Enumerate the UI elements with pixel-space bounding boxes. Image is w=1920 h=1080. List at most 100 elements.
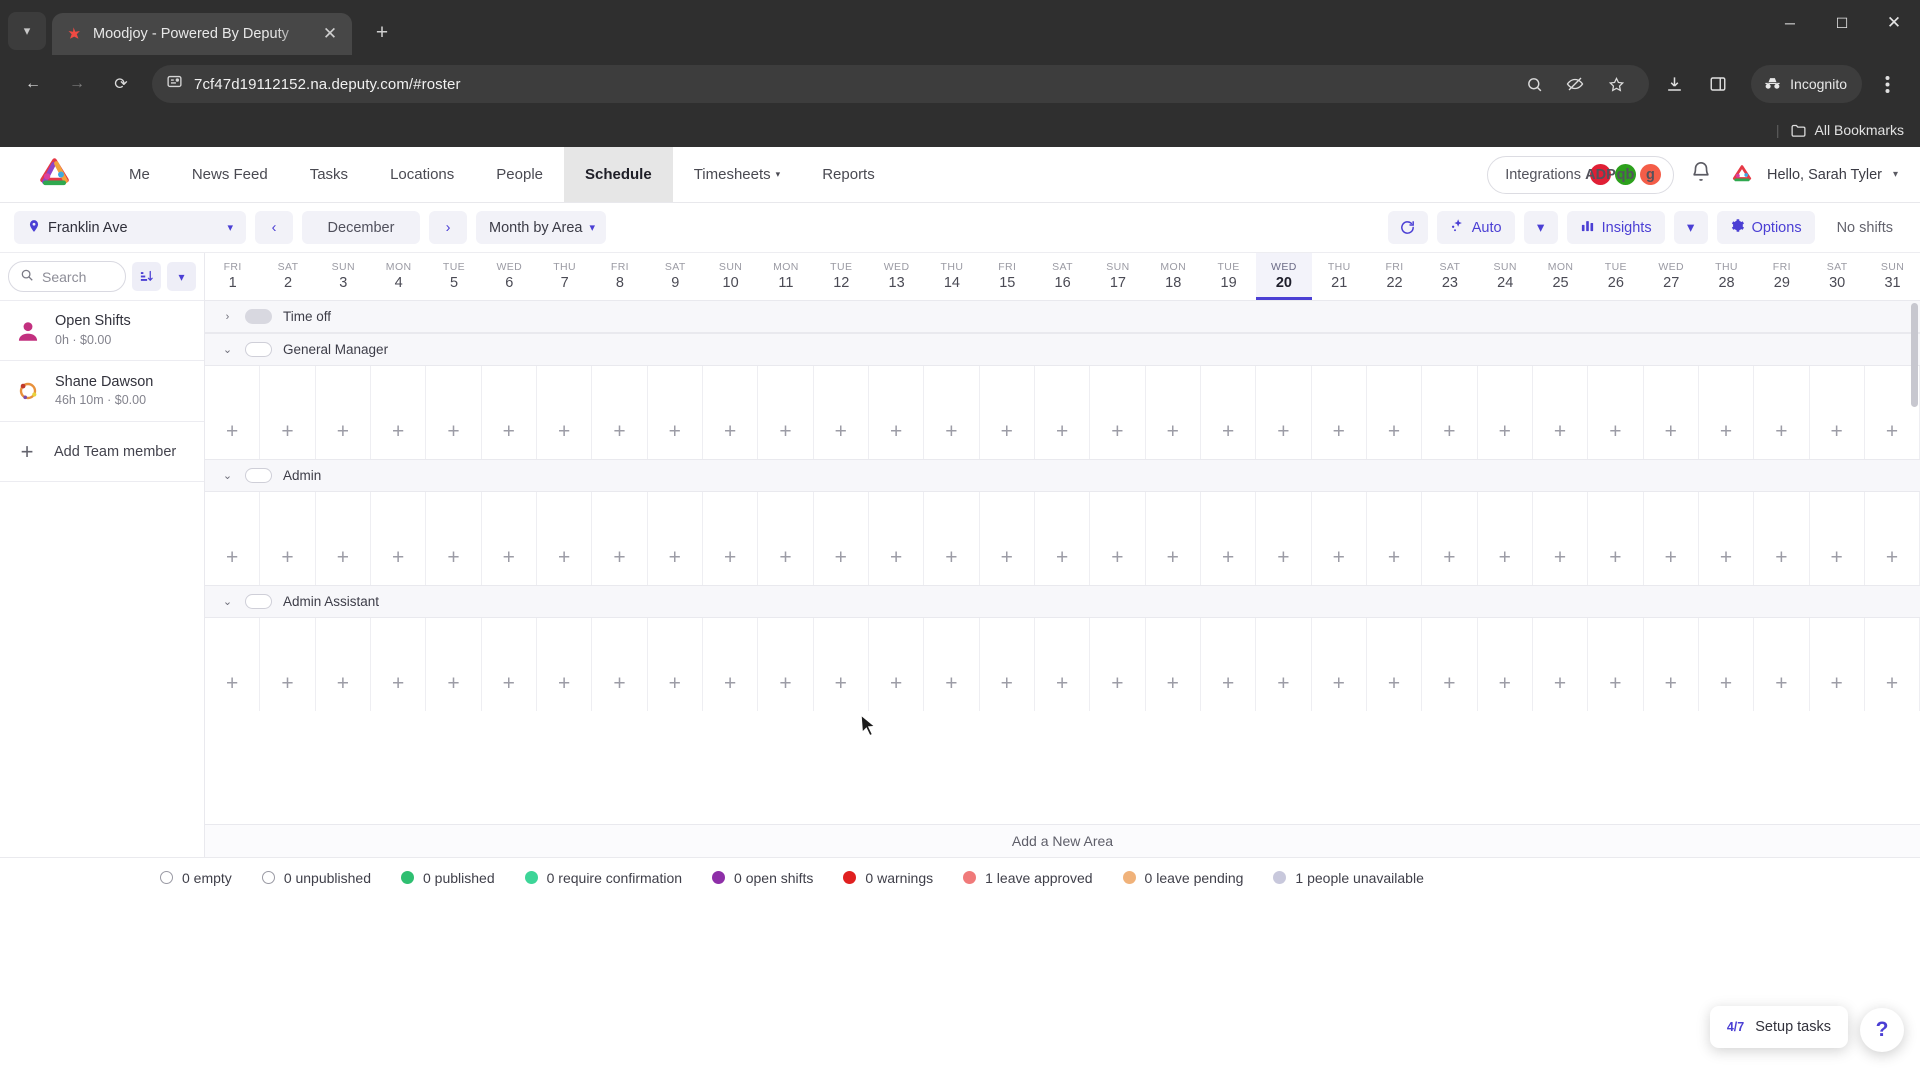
shift-slot[interactable]: + — [592, 366, 648, 459]
shift-slot[interactable]: + — [1754, 492, 1810, 585]
status-warnings[interactable]: 0 warnings — [843, 870, 933, 886]
add-shift-plus-icon[interactable]: + — [890, 673, 902, 694]
add-shift-plus-icon[interactable]: + — [1886, 547, 1898, 568]
shift-slot[interactable]: + — [316, 366, 371, 459]
add-team-member-button[interactable]: + Add Team member — [0, 422, 204, 482]
shift-slot[interactable]: + — [1201, 618, 1257, 711]
add-shift-plus-icon[interactable]: + — [1609, 547, 1621, 568]
day-column-header[interactable]: THU 21 — [1312, 253, 1367, 300]
add-shift-plus-icon[interactable]: + — [945, 547, 957, 568]
day-column-header[interactable]: SUN 10 — [703, 253, 758, 300]
deputy-logo[interactable] — [0, 147, 108, 202]
shift-slot[interactable]: + — [814, 366, 869, 459]
add-shift-plus-icon[interactable]: + — [1001, 673, 1013, 694]
add-shift-plus-icon[interactable]: + — [1388, 673, 1400, 694]
vertical-scrollbar[interactable] — [1911, 303, 1918, 407]
shift-slot[interactable]: + — [1754, 618, 1810, 711]
shift-slot[interactable]: + — [1422, 618, 1478, 711]
quickbooks-icon[interactable]: qb — [1614, 164, 1636, 185]
nav-item-schedule[interactable]: Schedule — [564, 147, 673, 202]
chevron-down-icon[interactable]: ▾ — [590, 221, 596, 234]
add-shift-plus-icon[interactable]: + — [669, 673, 681, 694]
status-open-shifts[interactable]: 0 open shifts — [712, 870, 813, 886]
add-shift-plus-icon[interactable]: + — [1056, 547, 1068, 568]
day-column-header[interactable]: SAT 9 — [648, 253, 703, 300]
shift-slot[interactable]: + — [924, 618, 980, 711]
add-shift-plus-icon[interactable]: + — [613, 421, 625, 442]
shift-slot[interactable]: + — [1256, 492, 1312, 585]
add-shift-plus-icon[interactable]: + — [226, 547, 238, 568]
chevron-down-icon[interactable]: ▾ — [227, 221, 233, 234]
adp-icon[interactable]: ADP — [1585, 164, 1616, 185]
shift-slot[interactable]: + — [537, 492, 593, 585]
tracking-protection-icon[interactable] — [1556, 65, 1594, 103]
shift-slot[interactable]: + — [1146, 492, 1201, 585]
setup-tasks-widget[interactable]: 4/7 Setup tasks — [1709, 1006, 1848, 1048]
add-shift-plus-icon[interactable]: + — [1167, 673, 1179, 694]
add-shift-plus-icon[interactable]: + — [1277, 673, 1289, 694]
all-bookmarks-button[interactable]: All Bookmarks — [1790, 122, 1904, 139]
status-leave-pending[interactable]: 0 leave pending — [1122, 870, 1243, 886]
shift-slot[interactable]: + — [537, 366, 593, 459]
add-shift-plus-icon[interactable]: + — [1665, 421, 1677, 442]
add-shift-plus-icon[interactable]: + — [392, 421, 404, 442]
add-shift-plus-icon[interactable]: + — [1720, 547, 1732, 568]
area-color-swatch[interactable] — [245, 309, 272, 324]
add-shift-plus-icon[interactable]: + — [337, 673, 349, 694]
add-shift-plus-icon[interactable]: + — [669, 547, 681, 568]
add-shift-plus-icon[interactable]: + — [945, 673, 957, 694]
add-shift-plus-icon[interactable]: + — [1720, 421, 1732, 442]
add-shift-plus-icon[interactable]: + — [724, 673, 736, 694]
address-bar[interactable]: 7cf47d19112152.na.deputy.com/#roster — [152, 65, 1650, 103]
day-column-header[interactable]: MON 4 — [371, 253, 426, 300]
day-column-header[interactable]: SUN 31 — [1865, 253, 1920, 300]
add-shift-plus-icon[interactable]: + — [447, 421, 459, 442]
add-shift-plus-icon[interactable]: + — [1443, 421, 1455, 442]
status-published[interactable]: 0 published — [401, 870, 495, 886]
add-shift-plus-icon[interactable]: + — [1831, 673, 1843, 694]
insights-button[interactable]: Insights — [1566, 211, 1665, 244]
add-shift-plus-icon[interactable]: + — [1388, 547, 1400, 568]
shift-slot[interactable]: + — [205, 618, 261, 711]
shift-slot[interactable]: + — [1644, 618, 1699, 711]
shift-slot[interactable]: + — [1201, 492, 1257, 585]
download-icon[interactable] — [1655, 65, 1693, 103]
add-shift-plus-icon[interactable]: + — [1333, 547, 1345, 568]
add-shift-plus-icon[interactable]: + — [1056, 421, 1068, 442]
shift-slot[interactable]: + — [1312, 492, 1367, 585]
prev-period-button[interactable]: ‹ — [255, 211, 293, 244]
shift-slot[interactable]: + — [592, 618, 648, 711]
day-column-header[interactable]: SAT 2 — [260, 253, 315, 300]
chevron-down-icon[interactable]: ▾ — [776, 169, 781, 180]
shift-slot[interactable]: + — [648, 366, 703, 459]
location-selector[interactable]: Franklin Ave ▾ — [14, 211, 246, 244]
add-shift-plus-icon[interactable]: + — [1222, 547, 1234, 568]
shift-slot[interactable]: + — [648, 618, 703, 711]
shift-slot[interactable]: + — [1533, 366, 1589, 459]
incognito-indicator[interactable]: Incognito — [1751, 65, 1862, 103]
shift-slot[interactable]: + — [1090, 492, 1146, 585]
shift-slot[interactable]: + — [1588, 366, 1644, 459]
area-color-swatch[interactable] — [245, 468, 272, 483]
shift-slot[interactable]: + — [1478, 618, 1533, 711]
add-shift-plus-icon[interactable]: + — [1333, 673, 1345, 694]
add-shift-plus-icon[interactable]: + — [1609, 421, 1621, 442]
add-shift-plus-icon[interactable]: + — [1222, 673, 1234, 694]
shift-slot[interactable]: + — [1035, 492, 1091, 585]
add-shift-plus-icon[interactable]: + — [1001, 547, 1013, 568]
day-column-header[interactable]: SAT 16 — [1035, 253, 1090, 300]
shift-slot[interactable]: + — [1090, 366, 1146, 459]
add-shift-plus-icon[interactable]: + — [1886, 673, 1898, 694]
area-row-header[interactable]: ⌄ Admin Assistant — [205, 585, 1920, 618]
add-shift-plus-icon[interactable]: + — [1554, 421, 1566, 442]
add-shift-plus-icon[interactable]: + — [779, 421, 791, 442]
shift-slot[interactable]: + — [1422, 492, 1478, 585]
shift-slot[interactable]: + — [1422, 366, 1478, 459]
area-color-swatch[interactable] — [245, 594, 272, 609]
add-shift-plus-icon[interactable]: + — [281, 421, 293, 442]
shift-slot[interactable]: + — [205, 366, 261, 459]
shift-slot[interactable]: + — [1256, 366, 1312, 459]
shift-slot[interactable]: + — [426, 366, 482, 459]
maximize-icon[interactable]: ☐ — [1816, 0, 1868, 46]
day-column-header[interactable]: SUN 17 — [1090, 253, 1145, 300]
